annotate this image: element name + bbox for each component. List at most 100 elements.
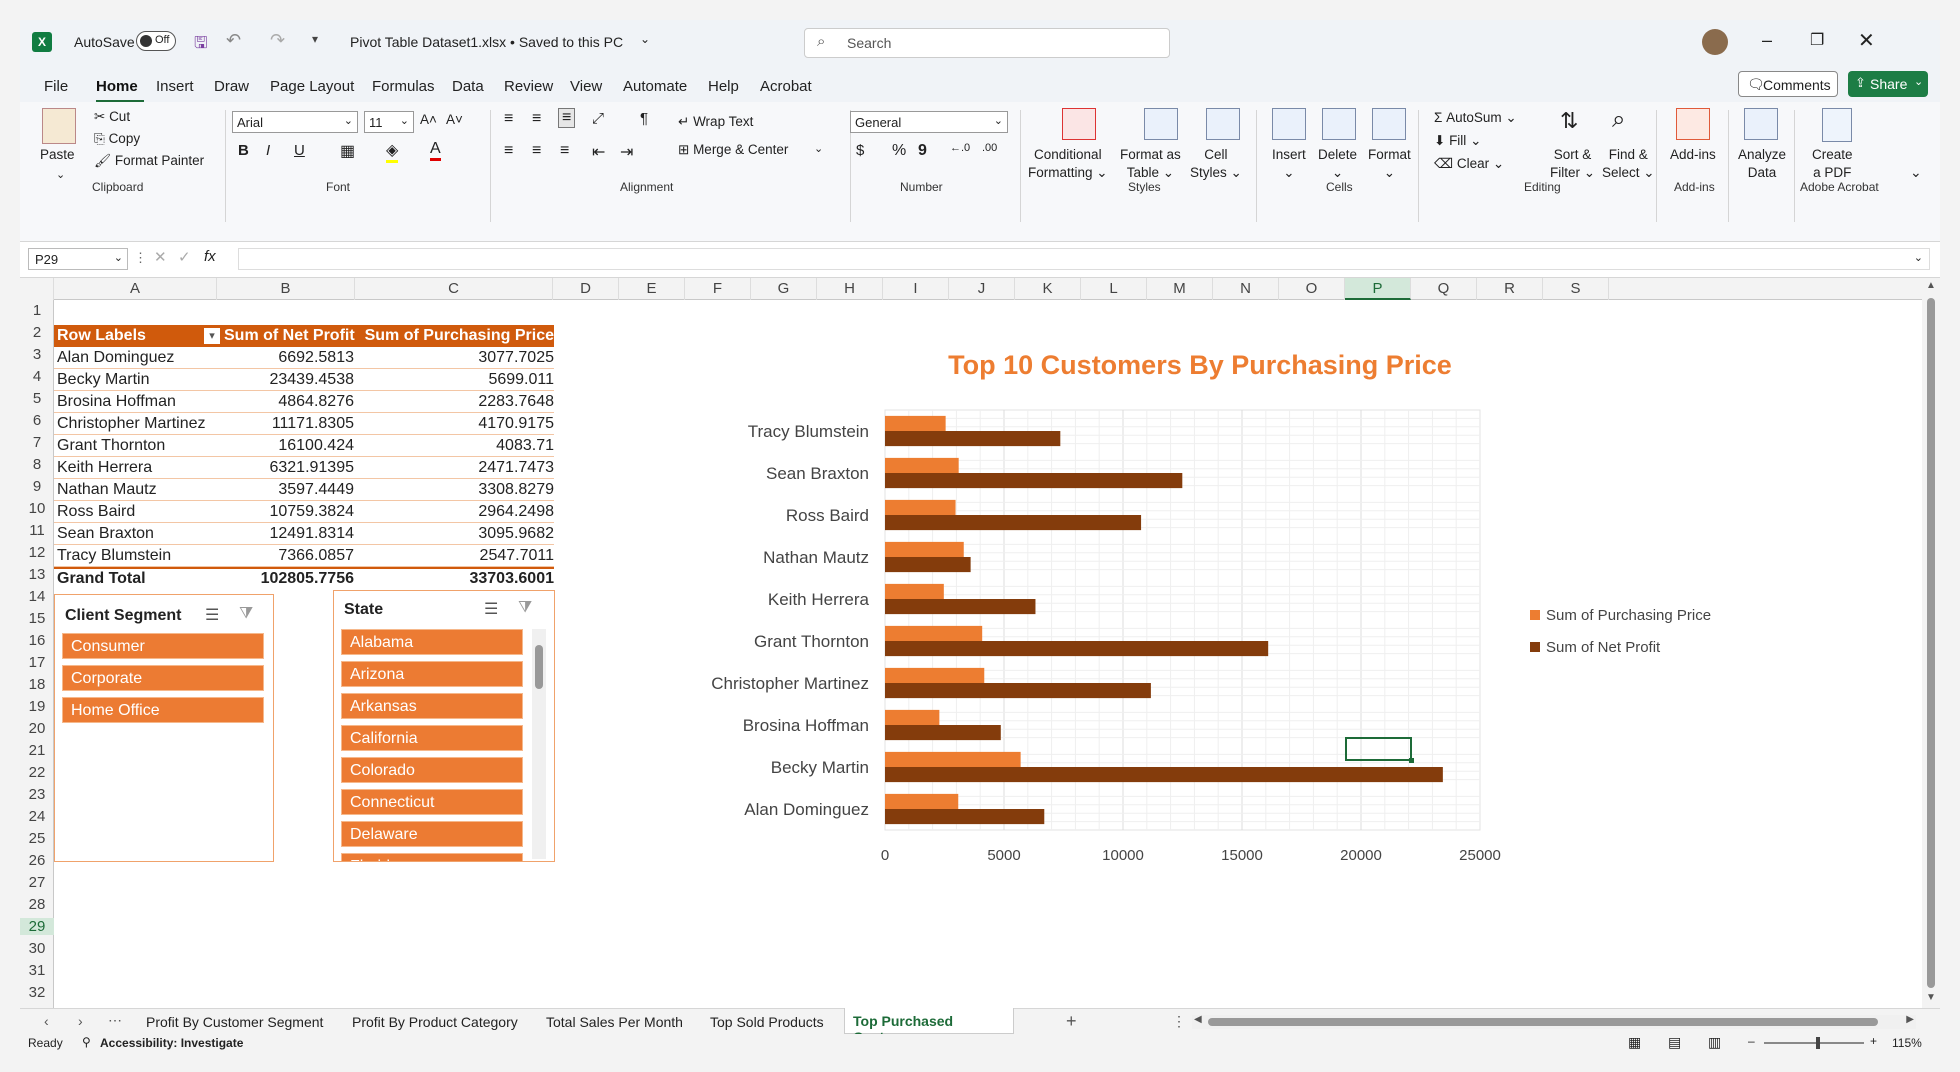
- number-format-select[interactable]: General ⌄: [850, 111, 1008, 133]
- column-header[interactable]: I: [883, 278, 949, 300]
- column-header[interactable]: H: [817, 278, 883, 300]
- restore-icon[interactable]: ❐: [1810, 30, 1824, 50]
- row-header[interactable]: 1: [20, 302, 54, 319]
- column-header[interactable]: O: [1279, 278, 1345, 300]
- tab-draw[interactable]: Draw: [214, 78, 249, 95]
- format-cells-button[interactable]: Format ⌄: [1368, 146, 1411, 182]
- row-header[interactable]: 3: [20, 346, 54, 363]
- pivot-cell-net-profit[interactable]: 11171.8305: [224, 413, 354, 435]
- slicer-item-state[interactable]: Florida: [341, 853, 523, 861]
- conditional-formatting-icon[interactable]: [1062, 108, 1096, 140]
- row-header[interactable]: 6: [20, 412, 54, 429]
- minimize-icon[interactable]: –: [1762, 30, 1772, 51]
- slicer-item-state[interactable]: Colorado: [341, 757, 523, 783]
- tab-file[interactable]: File: [44, 78, 68, 95]
- slicer-item-state[interactable]: Alabama: [341, 629, 523, 655]
- sheet-tab[interactable]: Total Sales Per Month: [546, 1014, 683, 1030]
- row-header[interactable]: 8: [20, 456, 54, 473]
- row-header[interactable]: 7: [20, 434, 54, 451]
- autosave-toggle[interactable]: Off: [136, 31, 176, 51]
- borders-icon[interactable]: ▦: [340, 141, 355, 161]
- row-header[interactable]: 14: [20, 588, 54, 605]
- column-header[interactable]: D: [553, 278, 619, 300]
- page-break-view-icon[interactable]: ▥: [1708, 1034, 1721, 1051]
- align-left-icon[interactable]: ≡: [504, 142, 513, 160]
- tab-review[interactable]: Review: [504, 78, 553, 95]
- zoom-out-icon[interactable]: –: [1748, 1034, 1755, 1048]
- undo-icon[interactable]: ↶: [226, 30, 241, 51]
- row-header[interactable]: 25: [20, 830, 54, 847]
- bar-purchasing-price[interactable]: [885, 457, 959, 473]
- bar-net-profit[interactable]: [885, 809, 1045, 825]
- format-cells-icon[interactable]: [1372, 108, 1406, 140]
- format-painter-button[interactable]: 🖌 Format Painter: [94, 153, 204, 169]
- tab-view[interactable]: View: [570, 78, 602, 95]
- row-header[interactable]: 32: [20, 984, 54, 1001]
- row-header[interactable]: 16: [20, 632, 54, 649]
- slicer-item-home-office[interactable]: Home Office: [62, 697, 264, 723]
- row-header[interactable]: 26: [20, 852, 54, 869]
- pivot-cell-purchasing-price[interactable]: 2964.2498: [356, 501, 554, 523]
- zoom-level[interactable]: 115%: [1892, 1036, 1922, 1050]
- row-header[interactable]: 28: [20, 896, 54, 913]
- scroll-down-icon[interactable]: ▼: [1926, 992, 1936, 1003]
- create-pdf-icon[interactable]: [1822, 108, 1852, 142]
- pivot-cell-label[interactable]: Nathan Mautz: [57, 479, 157, 501]
- pivot-cell-net-profit[interactable]: 7366.0857: [224, 545, 354, 567]
- pivot-cell-purchasing-price[interactable]: 3308.8279: [356, 479, 554, 501]
- percent-button[interactable]: %: [892, 142, 906, 160]
- redo-icon[interactable]: ↷: [270, 30, 285, 51]
- pivot-cell-label[interactable]: Grant Thornton: [57, 435, 165, 457]
- comma-button[interactable]: 9: [918, 142, 927, 160]
- share-button[interactable]: ⇪ Share ⌄: [1848, 71, 1928, 97]
- page-layout-view-icon[interactable]: ▤: [1668, 1034, 1681, 1051]
- font-color-icon[interactable]: A: [430, 140, 441, 161]
- italic-button[interactable]: I: [266, 142, 270, 159]
- font-name-select[interactable]: Arial ⌄: [232, 111, 358, 133]
- create-pdf-button[interactable]: Create a PDF: [1812, 146, 1853, 182]
- slicer-item-state[interactable]: Arizona: [341, 661, 523, 687]
- delete-cells-icon[interactable]: [1322, 108, 1356, 140]
- pivot-cell-net-profit[interactable]: 12491.8314: [224, 523, 354, 545]
- row-header[interactable]: 23: [20, 786, 54, 803]
- column-header-selected[interactable]: P: [1345, 278, 1411, 300]
- insert-function-button[interactable]: fx: [204, 248, 216, 265]
- row-header[interactable]: 21: [20, 742, 54, 759]
- cell-styles-icon[interactable]: [1206, 108, 1240, 140]
- slicer-scrollbar[interactable]: [532, 629, 546, 859]
- bar-purchasing-price[interactable]: [885, 415, 946, 431]
- pivot-cell-purchasing-price[interactable]: 3077.7025: [356, 347, 554, 369]
- paste-icon[interactable]: [42, 108, 76, 144]
- insert-cells-button[interactable]: Insert ⌄: [1272, 146, 1306, 182]
- pivot-cell-net-profit[interactable]: 23439.4538: [224, 369, 354, 391]
- more-sheets-icon[interactable]: ⋯: [108, 1012, 122, 1029]
- cell-styles-button[interactable]: Cell Styles ⌄: [1190, 146, 1242, 182]
- close-icon[interactable]: ✕: [1858, 28, 1875, 53]
- bar-net-profit[interactable]: [885, 431, 1061, 447]
- row-header[interactable]: 19: [20, 698, 54, 715]
- search-box[interactable]: ⌕ Search: [804, 28, 1170, 58]
- save-icon[interactable]: 🖫: [194, 32, 208, 59]
- zoom-slider[interactable]: [1764, 1037, 1864, 1049]
- underline-button[interactable]: U: [294, 142, 305, 159]
- slicer-item-state[interactable]: Arkansas: [341, 693, 523, 719]
- multi-select-icon[interactable]: ☰: [484, 599, 498, 619]
- currency-button[interactable]: $: [856, 142, 864, 159]
- pivot-cell-purchasing-price[interactable]: 3095.9682: [356, 523, 554, 545]
- analyze-data-button[interactable]: Analyze Data: [1738, 146, 1786, 182]
- tab-acrobat[interactable]: Acrobat: [760, 78, 812, 95]
- bar-chart[interactable]: Top 10 Customers By Purchasing Price Ala…: [640, 330, 1770, 880]
- autosum-button[interactable]: Σ AutoSum ⌄: [1434, 110, 1517, 126]
- pivot-cell-net-profit[interactable]: 3597.4449: [224, 479, 354, 501]
- analyze-data-icon[interactable]: [1744, 108, 1778, 140]
- bar-purchasing-price[interactable]: [885, 751, 1021, 767]
- clear-filter-icon[interactable]: ⧩: [518, 599, 532, 617]
- tab-home[interactable]: Home: [96, 78, 138, 95]
- pivot-cell-label[interactable]: Ross Baird: [57, 501, 135, 523]
- add-ins-icon[interactable]: [1676, 108, 1710, 140]
- avatar[interactable]: [1702, 29, 1728, 55]
- slicer-item-corporate[interactable]: Corporate: [62, 665, 264, 691]
- row-header[interactable]: 4: [20, 368, 54, 385]
- pivot-cell-label[interactable]: Sean Braxton: [57, 523, 154, 545]
- pivot-cell-label[interactable]: Becky Martin: [57, 369, 149, 391]
